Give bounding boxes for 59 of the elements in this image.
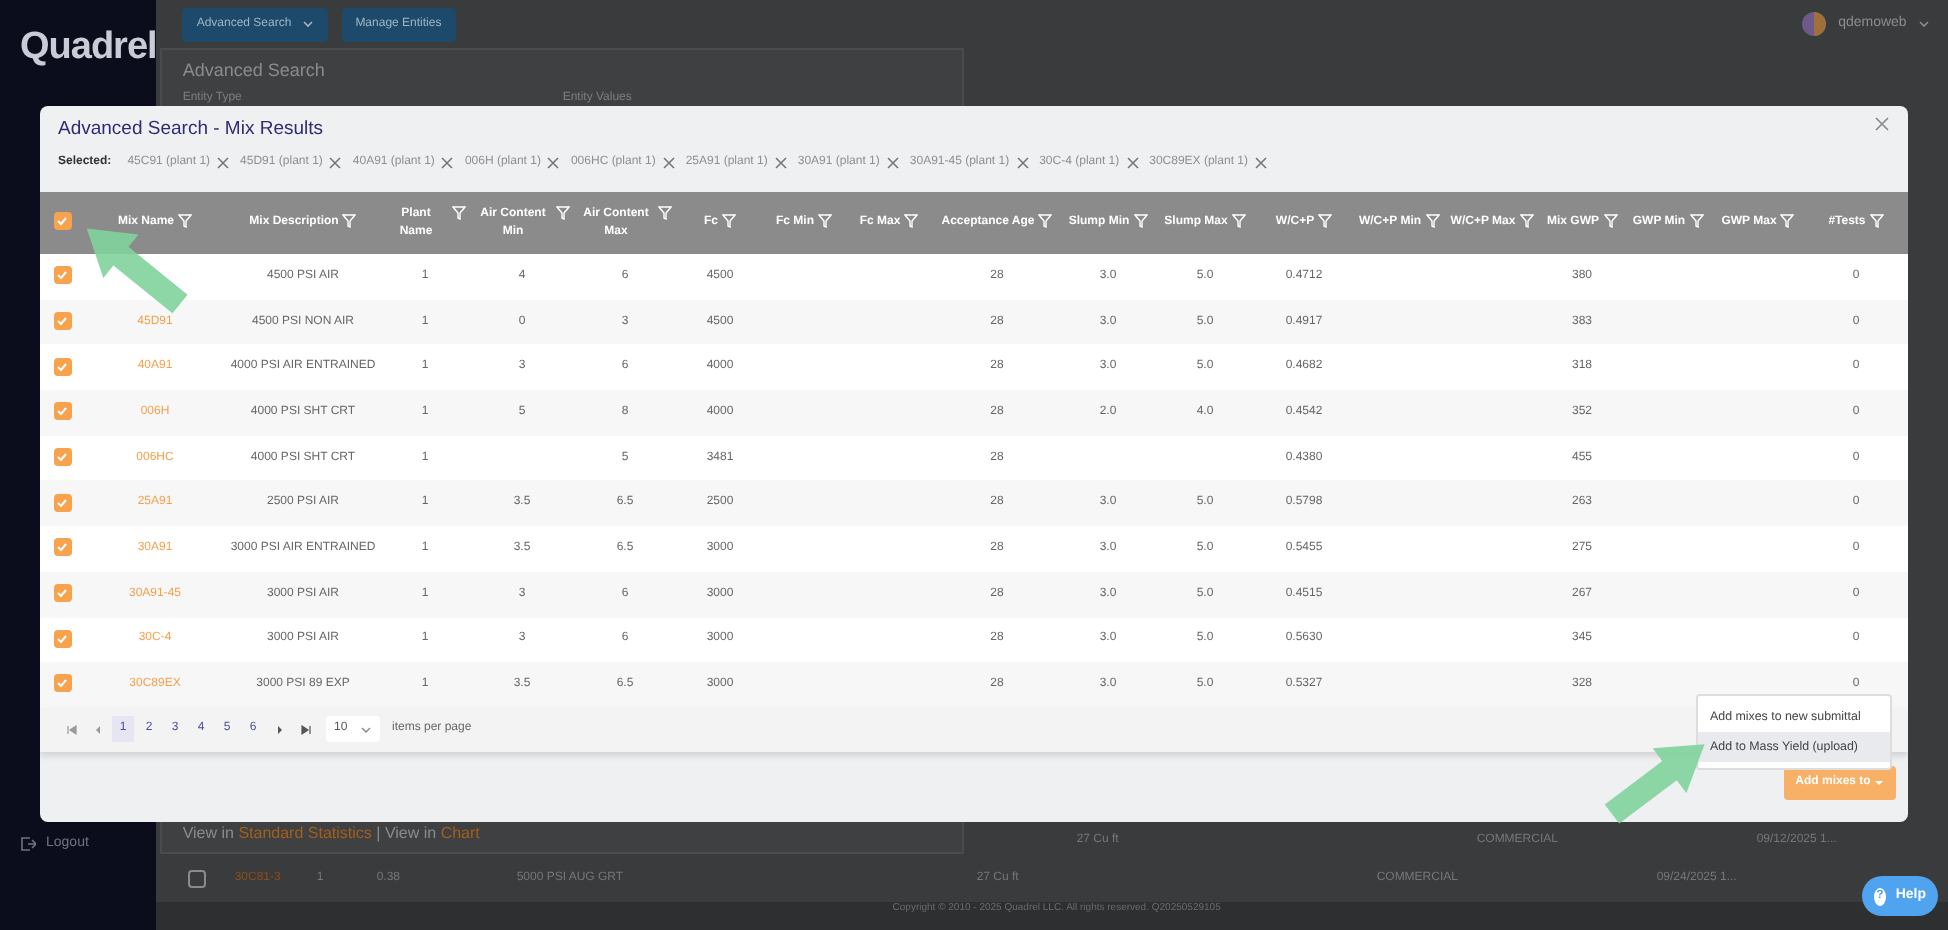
checkbox[interactable] (53, 674, 71, 693)
remove-icon[interactable] (216, 156, 231, 171)
filter-icon[interactable] (342, 214, 357, 229)
remove-icon[interactable] (328, 156, 343, 171)
checkbox[interactable] (53, 402, 71, 421)
pointer-arrow (1604, 744, 1705, 824)
filter-icon[interactable] (556, 205, 570, 220)
link[interactable]: Chart (440, 824, 480, 842)
last-page-icon (299, 723, 311, 736)
filter-icon[interactable] (1038, 214, 1053, 229)
chevron-down-icon (301, 20, 314, 28)
close-icon (1874, 116, 1890, 132)
checkbox[interactable] (53, 629, 71, 648)
checkbox[interactable] (53, 357, 71, 376)
remove-icon[interactable] (661, 156, 676, 171)
remove-icon[interactable] (546, 156, 561, 171)
filter-icon[interactable] (178, 214, 192, 229)
checkbox[interactable] (53, 493, 71, 512)
checkbox[interactable] (53, 538, 71, 557)
filter-icon[interactable] (1133, 214, 1148, 229)
filter-icon[interactable] (658, 205, 672, 220)
filter-icon[interactable] (1231, 214, 1246, 229)
caret-icon (1874, 779, 1885, 786)
remove-icon[interactable] (885, 156, 900, 171)
checkbox[interactable] (53, 311, 71, 330)
filter-icon[interactable] (1603, 214, 1617, 229)
filter-icon[interactable] (722, 214, 736, 229)
previous-page-icon (91, 723, 103, 736)
view-links-text: View in Standard Statistics | View in Chart (182, 822, 482, 846)
chevron-down-icon (1918, 20, 1931, 28)
select-all-checkbox[interactable] (53, 212, 71, 231)
remove-icon[interactable] (1125, 156, 1140, 171)
remove-icon[interactable] (773, 156, 788, 171)
checkbox[interactable] (188, 869, 207, 887)
checkbox[interactable] (53, 584, 71, 603)
filter-icon[interactable] (1780, 214, 1795, 229)
filter-icon[interactable] (1318, 214, 1333, 229)
logout-icon (20, 835, 36, 852)
link[interactable]: Standard Statistics (238, 824, 372, 842)
checkbox[interactable] (53, 448, 71, 467)
chevron-down-icon (360, 725, 372, 734)
modal-title: Advanced Search - Mix Results (58, 116, 324, 144)
remove-icon[interactable] (1254, 156, 1268, 171)
remove-icon[interactable] (440, 156, 455, 171)
filter-icon[interactable] (818, 214, 832, 229)
filter-icon[interactable] (452, 205, 466, 220)
avatar-icon (1802, 12, 1827, 36)
filter-icon[interactable] (1425, 214, 1440, 229)
next-page-icon (273, 723, 285, 736)
logo: Quadrel (20, 24, 157, 72)
panel-title: Advanced Search (182, 58, 327, 84)
filter-icon[interactable] (1869, 214, 1884, 229)
filter-icon[interactable] (1519, 214, 1534, 229)
pointer-arrow (86, 228, 188, 314)
remove-icon[interactable] (1015, 156, 1030, 171)
first-page-icon (65, 723, 77, 736)
filter-icon[interactable] (904, 214, 919, 229)
filter-icon[interactable] (1689, 214, 1704, 229)
checkbox[interactable] (53, 266, 71, 285)
